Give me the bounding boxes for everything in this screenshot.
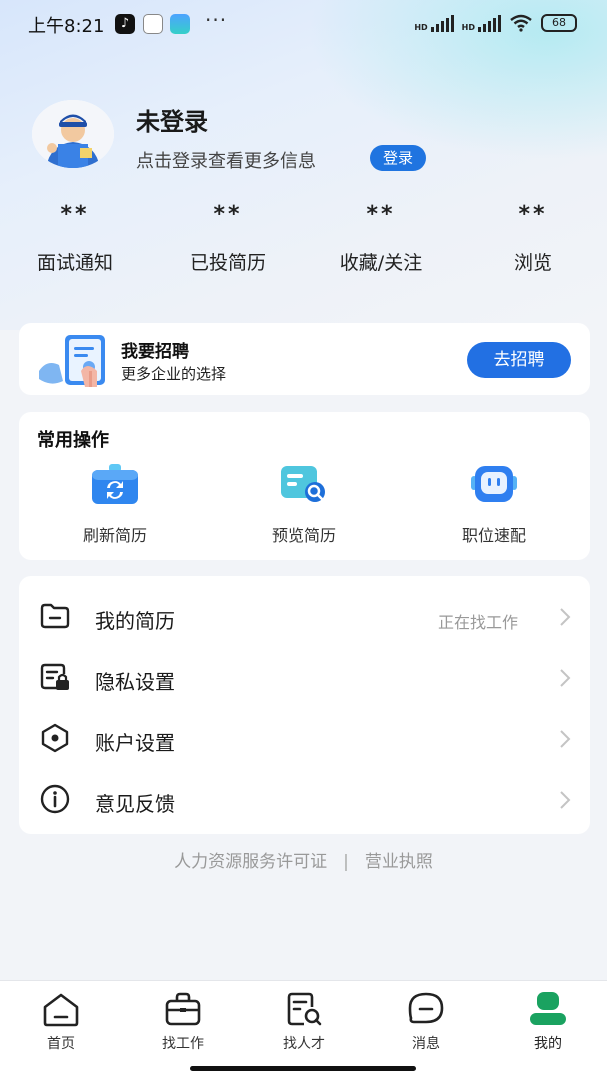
chevron-right-icon <box>560 730 571 748</box>
nav-find-job[interactable]: 找工作 <box>138 991 228 1053</box>
nav-label: 找人才 <box>283 1036 325 1052</box>
menu-item-my-resume[interactable]: 我的简历 正在找工作 <box>19 582 590 643</box>
common-operations-card: 常用操作 刷新简历 预览简历 职位速配 <box>19 412 590 560</box>
message-icon <box>408 992 444 1024</box>
recruit-illustration-icon <box>39 335 105 387</box>
nav-label: 首页 <box>47 1036 75 1052</box>
stat-label: 已投简历 <box>189 252 266 274</box>
stat-value: ** <box>60 202 90 227</box>
op-label: 职位速配 <box>461 526 526 545</box>
home-indicator[interactable] <box>190 1066 416 1071</box>
stat-interview-notice[interactable]: ** 面试通知 <box>15 202 135 275</box>
stat-value: ** <box>518 202 548 227</box>
footer-separator: | <box>343 852 349 872</box>
more-notifications-icon: ··· <box>205 8 228 32</box>
recruit-title: 我要招聘 <box>121 342 189 362</box>
nav-label: 消息 <box>412 1036 440 1052</box>
nav-label: 我的 <box>534 1036 562 1052</box>
recruit-subtitle: 更多企业的选择 <box>121 365 227 383</box>
nav-home[interactable]: 首页 <box>16 991 106 1053</box>
preview-resume-icon <box>281 466 325 502</box>
nav-find-talent[interactable]: 找人才 <box>259 991 349 1053</box>
business-license-link[interactable]: 营业执照 <box>365 852 433 872</box>
settings-menu-card: 我的简历 正在找工作 隐私设置 账户设置 意见反馈 <box>19 576 590 834</box>
job-match-icon <box>471 466 517 502</box>
op-label: 刷新简历 <box>82 526 147 545</box>
status-right: HD HD 68 <box>414 14 577 32</box>
chevron-right-icon <box>560 608 571 626</box>
stat-applied-resumes[interactable]: ** 已投简历 <box>168 202 288 275</box>
op-label: 预览简历 <box>271 526 336 545</box>
hd-label: HD <box>414 23 428 32</box>
chat-app-icon <box>143 14 163 34</box>
info-icon <box>40 784 70 814</box>
hd-label: HD <box>461 23 475 32</box>
go-recruit-button[interactable]: 去招聘 <box>467 342 571 378</box>
menu-label: 隐私设置 <box>95 670 175 694</box>
nav-messages[interactable]: 消息 <box>381 991 471 1053</box>
battery-icon: 68 <box>541 14 577 32</box>
tiktok-icon: ♪ <box>115 14 135 34</box>
cloud-app-icon <box>170 14 190 34</box>
wifi-icon <box>510 14 532 32</box>
common-operations-title: 常用操作 <box>37 430 109 451</box>
talent-search-icon <box>287 992 322 1026</box>
menu-label: 账户设置 <box>95 731 175 755</box>
menu-item-account-settings[interactable]: 账户设置 <box>19 704 590 765</box>
stat-views[interactable]: ** 浏览 <box>473 202 593 275</box>
bottom-navigation: 首页 找工作 找人才 消息 我的 <box>0 980 607 1080</box>
stat-label: 浏览 <box>513 252 552 274</box>
hexagon-settings-icon <box>41 723 69 753</box>
avatar[interactable] <box>32 100 114 168</box>
op-preview-resume[interactable]: 预览简历 <box>234 462 374 546</box>
stat-label: 面试通知 <box>36 252 113 274</box>
menu-item-privacy-settings[interactable]: 隐私设置 <box>19 643 590 704</box>
profile-icon <box>530 992 566 1025</box>
nav-mine[interactable]: 我的 <box>503 991 593 1053</box>
briefcase-icon <box>165 992 201 1026</box>
status-bar: 上午8:21 ♪ ··· HD HD 68 <box>0 0 607 48</box>
footer-links: 人力资源服务许可证 | 营业执照 <box>0 847 607 872</box>
refresh-resume-icon <box>92 464 138 504</box>
menu-label: 我的简历 <box>95 609 175 633</box>
nav-label: 找工作 <box>162 1036 204 1052</box>
privacy-lock-icon <box>40 663 69 690</box>
op-job-match[interactable]: 职位速配 <box>424 462 564 546</box>
menu-item-feedback[interactable]: 意见反馈 <box>19 765 590 826</box>
chevron-right-icon <box>560 791 571 809</box>
signal-icon: HD <box>462 14 501 32</box>
folder-icon <box>40 603 70 629</box>
recruit-card[interactable]: 我要招聘 更多企业的选择 去招聘 <box>19 323 590 395</box>
stat-value: ** <box>213 202 243 227</box>
menu-label: 意见反馈 <box>95 792 175 816</box>
status-time: 上午8:21 <box>28 16 105 37</box>
stat-value: ** <box>366 202 396 227</box>
hr-license-link[interactable]: 人力资源服务许可证 <box>174 852 327 872</box>
op-refresh-resume[interactable]: 刷新简历 <box>45 462 185 546</box>
job-status-value: 正在找工作 <box>437 613 518 632</box>
home-icon <box>43 993 79 1027</box>
login-button[interactable]: 登录 <box>370 145 427 171</box>
stat-favorites[interactable]: ** 收藏/关注 <box>321 202 441 275</box>
avatar-illustration <box>32 100 114 168</box>
signal-icon: HD <box>414 14 454 32</box>
stat-label: 收藏/关注 <box>339 252 423 274</box>
profile-name[interactable]: 未登录 <box>136 102 208 137</box>
chevron-right-icon <box>560 669 571 687</box>
profile-subtitle[interactable]: 点击登录查看更多信息 <box>136 147 316 173</box>
